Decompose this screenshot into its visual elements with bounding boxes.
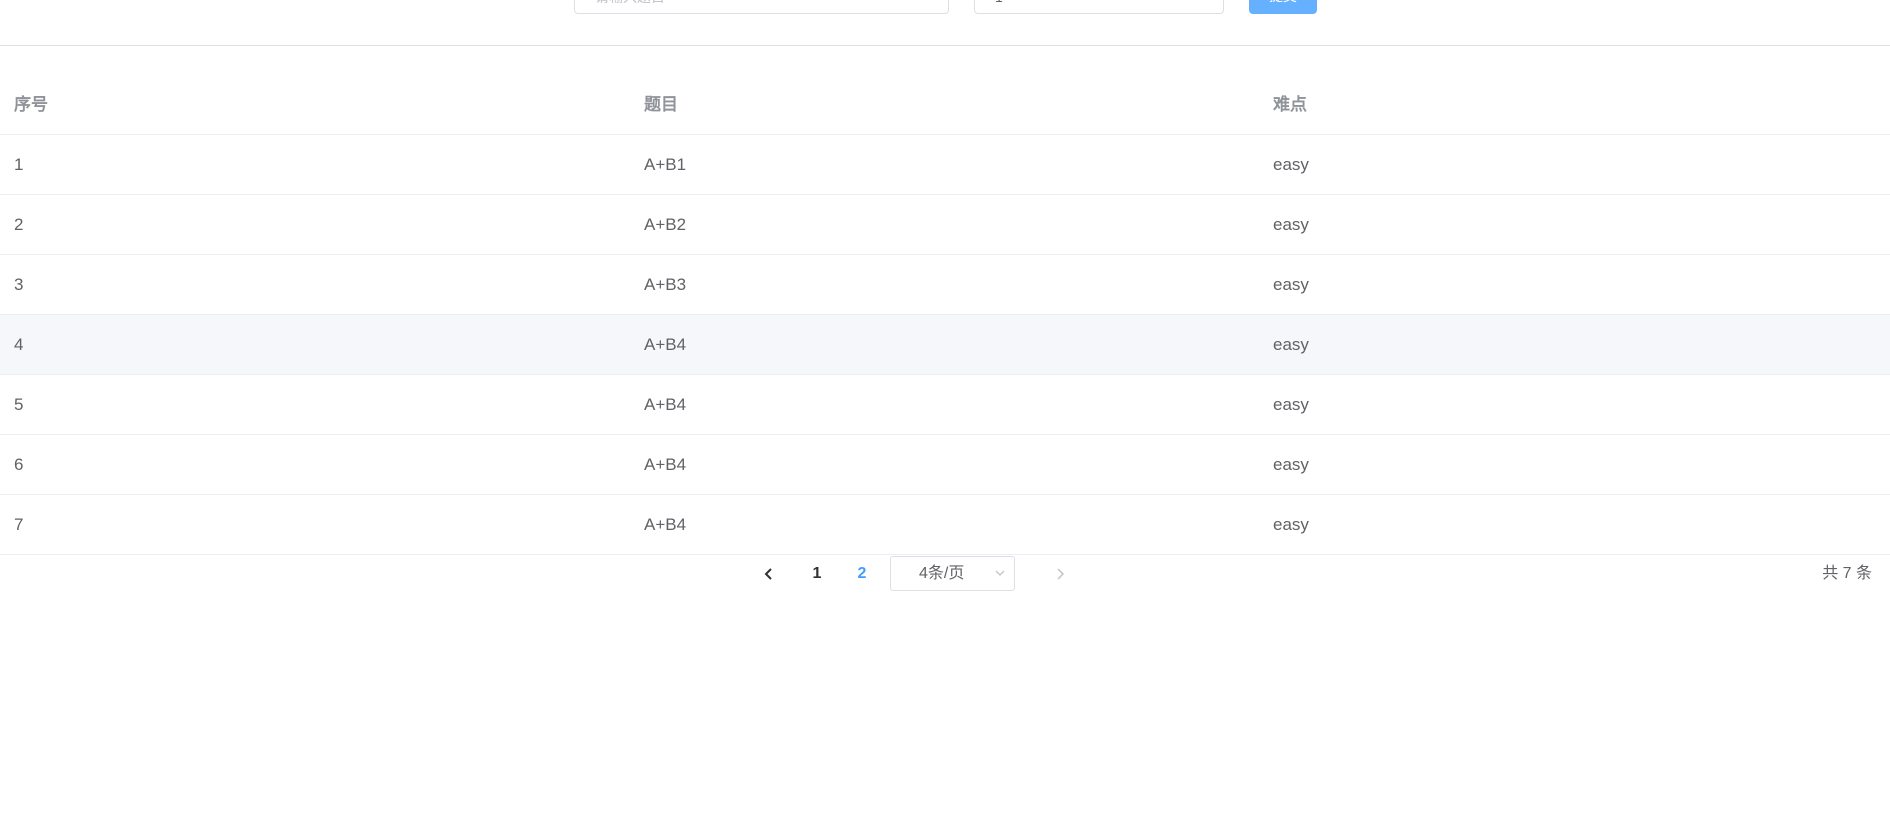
difficulty-input[interactable]: 1 <box>974 0 1224 14</box>
cell-title: A+B3 <box>644 275 687 294</box>
cell-title: A+B4 <box>644 515 687 534</box>
table-row[interactable]: 5 A+B4 easy <box>0 375 1890 435</box>
cell-title: A+B4 <box>644 455 687 474</box>
chevron-right-icon <box>1057 568 1065 580</box>
page-size-label: 4条/页 <box>919 565 965 582</box>
table-row[interactable]: 3 A+B3 easy <box>0 255 1890 315</box>
table-row[interactable]: 6 A+B4 easy <box>0 435 1890 495</box>
table-header: 序号 题目 难点 <box>0 75 1890 135</box>
submit-button[interactable]: 提交 <box>1249 0 1317 14</box>
cell-index: 1 <box>14 155 24 174</box>
cell-title: A+B1 <box>644 155 687 174</box>
title-search-input[interactable]: 请输入题目 <box>574 0 949 14</box>
cell-index: 6 <box>14 455 24 474</box>
column-header-title: 题目 <box>644 95 678 114</box>
cell-difficulty: easy <box>1273 215 1309 234</box>
cell-index: 5 <box>14 395 24 414</box>
column-header-difficulty: 难点 <box>1273 95 1307 114</box>
cell-index: 7 <box>14 515 24 534</box>
total-count: 共 7 条 <box>1822 565 1872 582</box>
column-header-index: 序号 <box>14 95 48 114</box>
cell-title: A+B2 <box>644 215 687 234</box>
question-table: 序号 题目 难点 1 A+B1 easy 2 A+B2 easy 3 A+B3 … <box>0 75 1890 555</box>
table-row[interactable]: 7 A+B4 easy <box>0 495 1890 555</box>
cell-difficulty: easy <box>1273 155 1309 174</box>
cell-difficulty: easy <box>1273 455 1309 474</box>
chevron-down-icon <box>995 570 1005 576</box>
cell-difficulty: easy <box>1273 335 1309 354</box>
prev-page-button[interactable] <box>754 555 784 593</box>
table-row[interactable]: 4 A+B4 easy <box>0 315 1890 375</box>
next-page-button[interactable] <box>1045 555 1075 593</box>
pagination: 1 2 4条/页 共 7 条 <box>0 555 1890 593</box>
table-row[interactable]: 1 A+B1 easy <box>0 135 1890 195</box>
query-form: 请输入题目 1 提交 <box>0 0 1890 46</box>
cell-title: A+B4 <box>644 335 687 354</box>
cell-index: 3 <box>14 275 24 294</box>
cell-title: A+B4 <box>644 395 687 414</box>
cell-index: 2 <box>14 215 24 234</box>
cell-difficulty: easy <box>1273 515 1309 534</box>
page-size-select[interactable]: 4条/页 <box>890 556 1015 591</box>
chevron-left-icon <box>764 568 772 580</box>
page-number-current[interactable]: 2 <box>847 555 877 593</box>
cell-difficulty: easy <box>1273 275 1309 294</box>
cell-difficulty: easy <box>1273 395 1309 414</box>
page-number[interactable]: 1 <box>802 555 832 593</box>
cell-index: 4 <box>14 335 24 354</box>
table-row[interactable]: 2 A+B2 easy <box>0 195 1890 255</box>
